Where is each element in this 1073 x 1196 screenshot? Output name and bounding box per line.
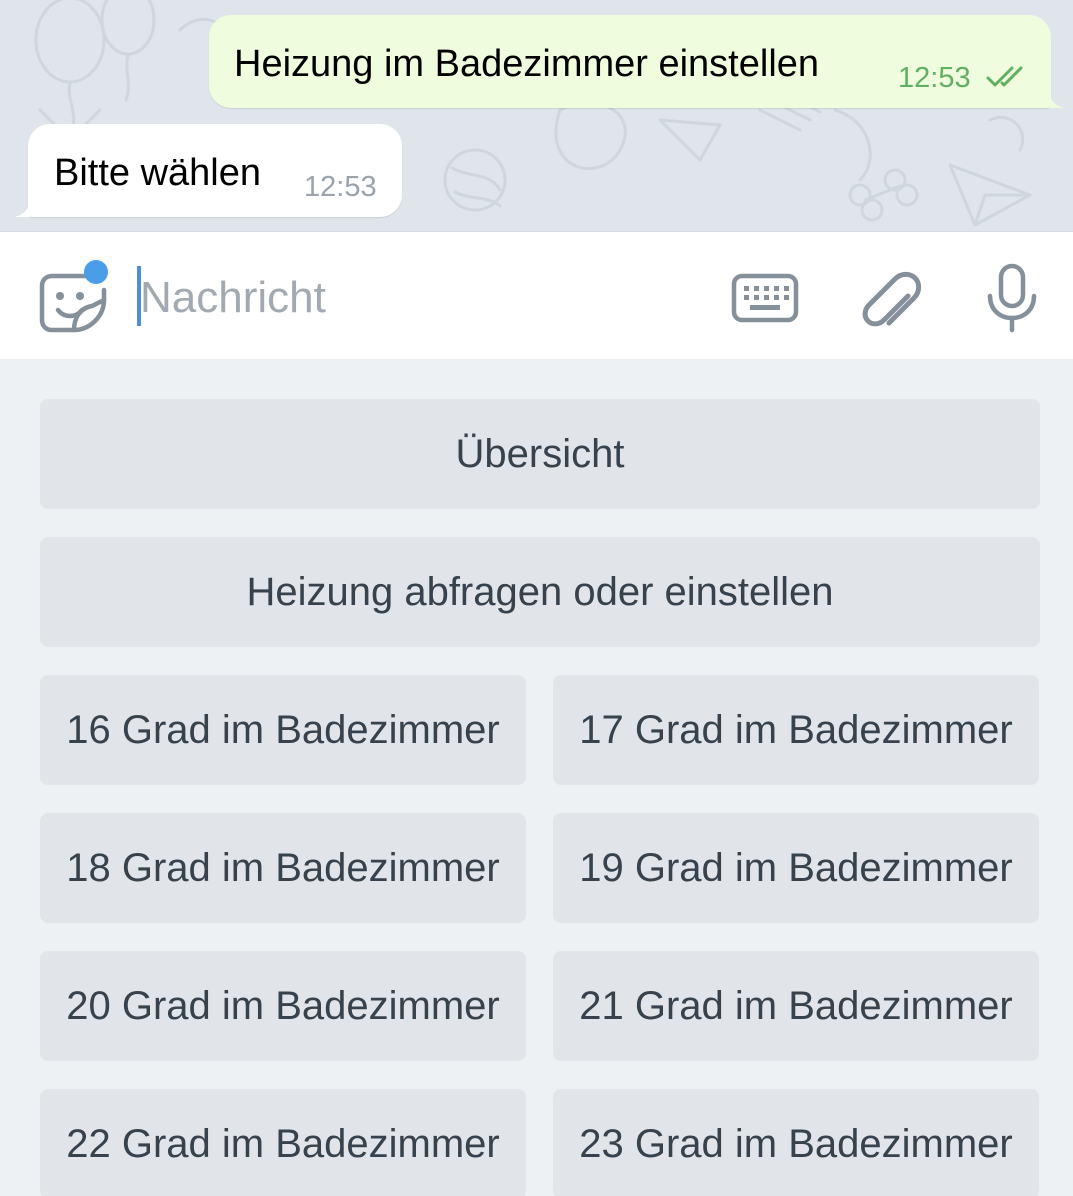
keyboard-button-16-grad[interactable]: 16 Grad im Badezimmer bbox=[40, 675, 526, 785]
keyboard-button-uebersicht[interactable]: Übersicht bbox=[40, 399, 1040, 509]
message-input[interactable] bbox=[140, 268, 700, 328]
keyboard-icon[interactable] bbox=[730, 270, 800, 326]
keyboard-button-20-grad[interactable]: 20 Grad im Badezimmer bbox=[40, 951, 526, 1061]
incoming-message-text: Bitte wählen bbox=[54, 152, 262, 194]
incoming-message-bubble[interactable]: Bitte wählen 12:53 bbox=[14, 124, 402, 217]
bot-reply-keyboard: Übersicht Heizung abfragen oder einstell… bbox=[0, 359, 1073, 1196]
bubble-tail bbox=[14, 197, 30, 217]
outgoing-message-bubble[interactable]: Heizung im Badezimmer einstellen 12:53 bbox=[209, 15, 1065, 108]
outgoing-message-text: Heizung im Badezimmer einstellen bbox=[234, 43, 820, 85]
keyboard-button-22-grad[interactable]: 22 Grad im Badezimmer bbox=[40, 1089, 526, 1196]
incoming-message-time: 12:53 bbox=[304, 171, 377, 203]
keyboard-button-17-grad[interactable]: 17 Grad im Badezimmer bbox=[553, 675, 1039, 785]
outgoing-message-time: 12:53 bbox=[898, 62, 971, 94]
paperclip-icon[interactable] bbox=[860, 262, 922, 332]
keyboard-button-19-grad[interactable]: 19 Grad im Badezimmer bbox=[553, 813, 1039, 923]
message-input-bar bbox=[0, 231, 1073, 359]
keyboard-button-21-grad[interactable]: 21 Grad im Badezimmer bbox=[553, 951, 1039, 1061]
microphone-icon[interactable] bbox=[982, 262, 1042, 334]
keyboard-button-23-grad[interactable]: 23 Grad im Badezimmer bbox=[553, 1089, 1039, 1196]
keyboard-button-18-grad[interactable]: 18 Grad im Badezimmer bbox=[40, 813, 526, 923]
keyboard-button-heizung-abfragen[interactable]: Heizung abfragen oder einstellen bbox=[40, 537, 1040, 647]
bubble-tail bbox=[1049, 88, 1065, 108]
sticker-emoji-icon[interactable] bbox=[36, 260, 116, 336]
double-check-icon bbox=[986, 66, 1023, 87]
chat-history[interactable]: Heizung im Badezimmer einstellen 12:53 B… bbox=[0, 0, 1073, 231]
